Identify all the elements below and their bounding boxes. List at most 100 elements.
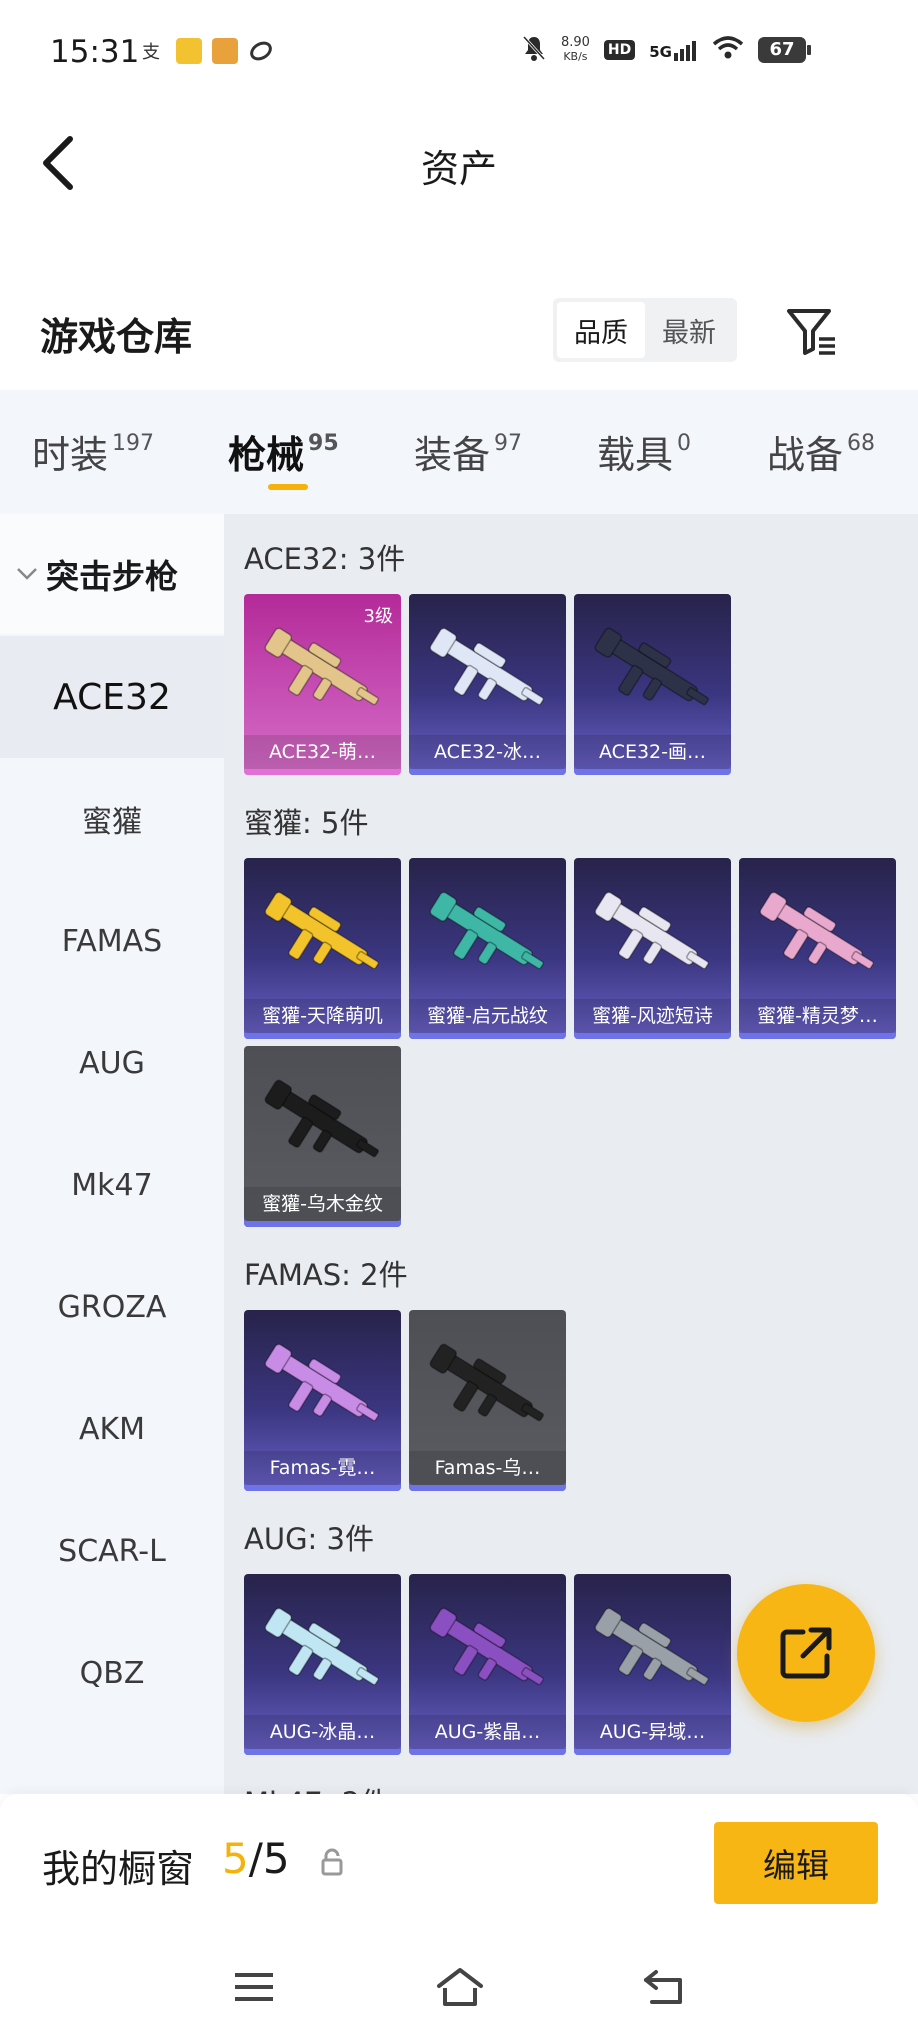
page-title: 资产: [420, 147, 497, 191]
group-title: ACE32: 3件: [244, 542, 406, 576]
tab-label: 载具: [597, 433, 674, 477]
weapon-card[interactable]: 蜜獾-风迹短诗: [574, 858, 731, 1039]
sidebar-category-assault-rifle[interactable]: 突击步枪: [0, 514, 224, 634]
weapon-card[interactable]: 蜜獾-天降萌叽: [244, 858, 401, 1039]
filter-button[interactable]: [782, 302, 842, 362]
weapon-name: ACE32-萌…: [244, 735, 401, 769]
weapon-name: ACE32-画…: [574, 735, 731, 769]
notification-icons: 支: [140, 38, 274, 64]
tab-label: 装备: [414, 433, 491, 477]
weapon-card[interactable]: 蜜獾-精灵梦…: [739, 858, 896, 1039]
share-icon: [780, 1627, 832, 1679]
group-title: 蜜獾: 5件: [244, 806, 369, 840]
tab-count: 97: [494, 431, 523, 456]
group-title: Mk47: 2件: [244, 1780, 389, 1794]
weapon-card[interactable]: Famas-乌…: [409, 1310, 566, 1491]
status-time: 15:31: [50, 34, 140, 70]
showcase-current: 5: [222, 1834, 249, 1883]
sidebar-item-mk47[interactable]: Mk47: [0, 1124, 224, 1246]
status-bar: 15:31 支 8.90 KB/s HD 5G 67: [0, 0, 918, 108]
tab-vehicles[interactable]: 载具 0: [597, 424, 691, 479]
app-notification-icon: [176, 38, 202, 64]
weapon-name: Famas-乌…: [409, 1451, 566, 1485]
warehouse-header: 游戏仓库 品质 最新: [0, 280, 918, 380]
weapon-card[interactable]: AUG-异域…: [574, 1574, 731, 1755]
weapon-image: [594, 627, 709, 706]
menu-button[interactable]: [226, 1962, 282, 2012]
weapon-card[interactable]: ACE32-画…: [574, 594, 731, 775]
weapon-card[interactable]: 蜜獾-乌木金纹: [244, 1046, 401, 1227]
weapon-image: [594, 1607, 709, 1686]
weapon-image: [594, 891, 709, 970]
mute-icon: [521, 34, 547, 66]
weapon-name: 蜜獾-启元战纹: [409, 999, 566, 1033]
weapon-name: 蜜獾-乌木金纹: [244, 1187, 401, 1221]
sidebar-item-qbz[interactable]: QBZ: [0, 1612, 224, 1734]
tab-count: 0: [677, 431, 692, 456]
showcase-total: /5: [248, 1834, 290, 1883]
weapon-card[interactable]: AUG-紫晶…: [409, 1574, 566, 1755]
net-speed-value: 8.90: [560, 35, 590, 50]
back-nav-button[interactable]: [636, 1962, 692, 2012]
weapon-image: [264, 891, 379, 970]
home-button[interactable]: [432, 1962, 488, 2012]
weapon-level-badge: 3级: [363, 606, 393, 627]
weapon-name: AUG-异域…: [574, 1715, 731, 1749]
sort-quality-option[interactable]: 品质: [557, 302, 645, 358]
weapon-name: ACE32-冰…: [409, 735, 566, 769]
weapon-image: [429, 1343, 544, 1422]
system-status: 8.90 KB/s HD 5G 67: [521, 34, 811, 66]
tab-count: 197: [112, 431, 155, 456]
weapon-name: 蜜獾-天降萌叽: [244, 999, 401, 1033]
share-button[interactable]: [737, 1584, 875, 1722]
weapon-card[interactable]: Famas-霓…: [244, 1310, 401, 1491]
sort-newest-option[interactable]: 最新: [645, 302, 733, 358]
weapon-card[interactable]: 3级 ACE32-萌…: [244, 594, 401, 775]
showcase-label: 我的橱窗: [42, 1847, 195, 1891]
weapon-card[interactable]: ACE32-冰…: [409, 594, 566, 775]
chevron-down-icon: [17, 568, 37, 580]
weapon-image: [429, 627, 544, 706]
group-title: AUG: 3件: [244, 1522, 374, 1556]
weapon-image: [264, 1079, 379, 1158]
sidebar-item-famas[interactable]: FAMAS: [0, 880, 224, 1002]
sidebar-item-honey-badger[interactable]: 蜜獾: [0, 758, 224, 880]
weapon-name: AUG-紫晶…: [409, 1715, 566, 1749]
app-header: 资产: [0, 108, 918, 218]
weapon-image: [264, 1607, 379, 1686]
tab-label: 战备: [767, 433, 844, 477]
weapon-image: [429, 1607, 544, 1686]
weapon-card[interactable]: 蜜獾-启元战纹: [409, 858, 566, 1039]
weapon-card[interactable]: AUG-冰晶…: [244, 1574, 401, 1755]
group-title: FAMAS: 2件: [244, 1258, 408, 1292]
category-tabs: 时装 197 枪械 95 装备 97 载具 0 战备 68: [0, 390, 918, 514]
sidebar-item-akm[interactable]: AKM: [0, 1368, 224, 1490]
weapon-image: [759, 891, 874, 970]
tab-label: 时装: [32, 433, 109, 477]
sidebar-item-scar-l[interactable]: SCAR-L: [0, 1490, 224, 1612]
weapon-name: 蜜獾-精灵梦…: [739, 999, 896, 1033]
hd-badge: HD: [603, 40, 636, 60]
tab-supplies[interactable]: 战备 68: [767, 424, 875, 479]
tab-fashion[interactable]: 时装 197: [32, 424, 154, 479]
tab-equipment[interactable]: 装备 97: [414, 424, 522, 479]
weapon-image: [264, 627, 379, 706]
net-speed-unit: KB/s: [563, 50, 588, 63]
wifi-icon: [712, 36, 744, 64]
tab-count: 95: [308, 431, 339, 456]
weapon-name: AUG-冰晶…: [244, 1715, 401, 1749]
weapon-image: [429, 891, 544, 970]
sidebar-item-groza[interactable]: GROZA: [0, 1246, 224, 1368]
weapon-name: 蜜獾-风迹短诗: [574, 999, 731, 1033]
sort-toggle: 品质 最新: [553, 298, 737, 362]
sidebar-item-ace32[interactable]: ACE32: [0, 636, 224, 758]
svg-text:支: 支: [142, 42, 160, 63]
sidebar-item-aug[interactable]: AUG: [0, 1002, 224, 1124]
tab-firearms[interactable]: 枪械 95: [228, 424, 339, 479]
home-icon: [437, 1968, 483, 2006]
edit-showcase-button[interactable]: 编辑: [714, 1822, 878, 1904]
showcase-bar: 我的橱窗 5/5 编辑: [0, 1794, 918, 1934]
active-tab-indicator: [268, 484, 308, 490]
lock-icon: [321, 1848, 343, 1876]
showcase-count: 5/5: [222, 1834, 290, 1883]
